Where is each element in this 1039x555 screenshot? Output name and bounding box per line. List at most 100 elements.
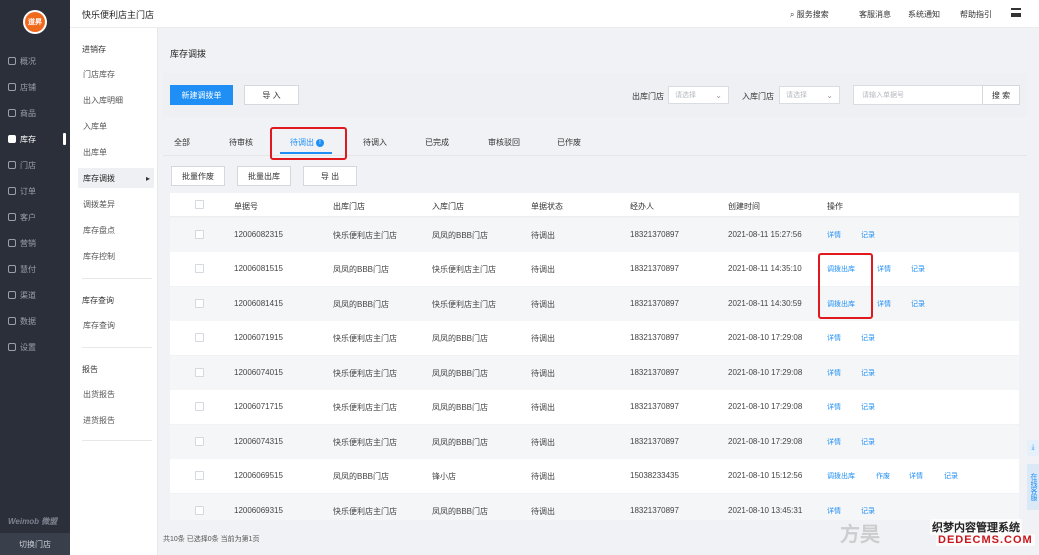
row-checkbox[interactable] bbox=[195, 471, 204, 480]
service-search-link[interactable]: ⌕ 服务搜索 bbox=[790, 9, 829, 20]
table-row: 12006074315 快乐便利店主门店 凤凤的BBB门店 待调出 183213… bbox=[170, 425, 1019, 459]
detail-link[interactable]: 详情 bbox=[909, 471, 923, 481]
void-link[interactable]: 作废 bbox=[876, 471, 890, 481]
record-link[interactable]: 记录 bbox=[944, 471, 958, 481]
online-service-button[interactable]: 在线客服 bbox=[1027, 464, 1039, 510]
detail-link[interactable]: 详情 bbox=[827, 230, 841, 240]
sub-item-stocktake[interactable]: 库存盘点 bbox=[78, 220, 154, 240]
logo-text: 道昇 bbox=[25, 12, 45, 32]
tab-all[interactable]: 全部 bbox=[174, 137, 190, 148]
rail-item-pay[interactable]: 慧付 bbox=[0, 260, 70, 278]
export-button[interactable]: 导 出 bbox=[303, 166, 357, 186]
rail-item-marketing[interactable]: 营销 bbox=[0, 234, 70, 252]
rail-item-customer[interactable]: 客户 bbox=[0, 208, 70, 226]
row-checkbox[interactable] bbox=[195, 506, 204, 515]
select-placeholder: 请选择 bbox=[786, 92, 807, 99]
detail-link[interactable]: 详情 bbox=[827, 368, 841, 378]
tab-pending-review[interactable]: 待审核 bbox=[229, 137, 253, 148]
menu-icon[interactable] bbox=[1011, 8, 1021, 17]
detail-link[interactable]: 详情 bbox=[827, 437, 841, 447]
doc-number-search-input[interactable]: 请输入单据号 bbox=[853, 85, 983, 105]
tab-voided[interactable]: 已作废 bbox=[557, 137, 581, 148]
out-store: 快乐便利店主门店 bbox=[333, 403, 397, 412]
system-notice-link[interactable]: 系统通知 bbox=[908, 9, 940, 20]
sub-item-stock-query[interactable]: 库存查询 bbox=[78, 315, 154, 335]
rail-label: 数据 bbox=[20, 316, 36, 326]
created-time: 2021-08-11 14:35:10 bbox=[728, 264, 802, 273]
out-store-select[interactable]: 请选择 ⌄ bbox=[668, 86, 729, 104]
record-link[interactable]: 记录 bbox=[861, 333, 875, 343]
record-link[interactable]: 记录 bbox=[861, 230, 875, 240]
out-store: 快乐便利店主门店 bbox=[333, 334, 397, 343]
table-row: 12006071715 快乐便利店主门店 凤凤的BBB门店 待调出 183213… bbox=[170, 390, 1019, 424]
sub-item-transfer[interactable]: 库存调拨 bbox=[78, 168, 154, 188]
in-store-select[interactable]: 请选择 ⌄ bbox=[779, 86, 840, 104]
rail-item-channel[interactable]: 渠道 bbox=[0, 286, 70, 304]
sub-item-purchase-report[interactable]: 进货报告 bbox=[78, 410, 154, 430]
tab-rejected[interactable]: 审核驳回 bbox=[488, 137, 520, 148]
in-store: 凤凤的BBB门店 bbox=[432, 334, 489, 343]
record-link[interactable]: 记录 bbox=[911, 264, 925, 274]
detail-link[interactable]: 详情 bbox=[877, 264, 891, 274]
record-link[interactable]: 记录 bbox=[911, 299, 925, 309]
link-label: 服务搜索 bbox=[796, 10, 829, 19]
row-checkbox[interactable] bbox=[195, 230, 204, 239]
detail-link[interactable]: 详情 bbox=[827, 333, 841, 343]
rail-label: 库存 bbox=[20, 134, 36, 144]
detail-link[interactable]: 详情 bbox=[827, 402, 841, 412]
detail-link[interactable]: 详情 bbox=[877, 299, 891, 309]
app-logo[interactable]: 道昇 bbox=[23, 10, 47, 34]
rail-item-order[interactable]: 订单 bbox=[0, 182, 70, 200]
new-transfer-button[interactable]: 新建调拨单 bbox=[170, 85, 233, 105]
record-link[interactable]: 记录 bbox=[861, 437, 875, 447]
select-all-checkbox[interactable] bbox=[195, 200, 204, 209]
doc-number: 12006081415 bbox=[234, 299, 283, 308]
highlight-box-tab bbox=[270, 127, 347, 160]
row-checkbox[interactable] bbox=[195, 264, 204, 273]
table-row: 12006071915 快乐便利店主门店 凤凤的BBB门店 待调出 183213… bbox=[170, 321, 1019, 355]
in-store: 快乐便利店主门店 bbox=[432, 300, 496, 309]
sub-item-transfer-diff[interactable]: 调拨差异 bbox=[78, 194, 154, 214]
row-checkbox[interactable] bbox=[195, 437, 204, 446]
transfer-out-link[interactable]: 调拨出库 bbox=[827, 471, 855, 481]
rail-item-inventory[interactable]: 库存 bbox=[0, 130, 70, 148]
help-guide-link[interactable]: 帮助指引 bbox=[960, 9, 992, 20]
search-button[interactable]: 搜 索 bbox=[982, 85, 1020, 105]
shop-icon bbox=[8, 161, 16, 169]
sub-item-outbound[interactable]: 出库单 bbox=[78, 142, 154, 162]
sub-item-store-stock[interactable]: 门店库存 bbox=[78, 64, 154, 84]
sub-item-stock-detail[interactable]: 出入库明细 bbox=[78, 90, 154, 110]
download-icon[interactable]: ⤓ bbox=[1027, 440, 1039, 456]
rail-item-settings[interactable]: 设置 bbox=[0, 338, 70, 356]
sub-item-inbound[interactable]: 入库单 bbox=[78, 116, 154, 136]
row-checkbox[interactable] bbox=[195, 402, 204, 411]
rail-item-store[interactable]: 店铺 bbox=[0, 78, 70, 96]
in-store: 凤凤的BBB门店 bbox=[432, 403, 489, 412]
import-button[interactable]: 导 入 bbox=[244, 85, 299, 105]
bulk-void-button[interactable]: 批量作废 bbox=[171, 166, 225, 186]
tab-pending-in[interactable]: 待调入 bbox=[363, 137, 387, 148]
bulk-out-button[interactable]: 批量出库 bbox=[237, 166, 291, 186]
rail-label: 店铺 bbox=[20, 82, 36, 92]
rail-item-data[interactable]: 数据 bbox=[0, 312, 70, 330]
tab-completed[interactable]: 已完成 bbox=[425, 137, 449, 148]
out-store: 凤凤的BBB门店 bbox=[333, 300, 390, 309]
in-store: 凤凤的BBB门店 bbox=[432, 507, 489, 516]
record-link[interactable]: 记录 bbox=[861, 368, 875, 378]
row-checkbox[interactable] bbox=[195, 368, 204, 377]
switch-store-button[interactable]: 切换门店 bbox=[0, 533, 70, 555]
customer-message-link[interactable]: 客服消息 bbox=[859, 9, 891, 20]
in-store: 锋小店 bbox=[432, 472, 456, 481]
sub-item-ship-report[interactable]: 出货报告 bbox=[78, 384, 154, 404]
in-store: 快乐便利店主门店 bbox=[432, 265, 496, 274]
customer-icon bbox=[8, 213, 16, 221]
rail-item-overview[interactable]: 概况 bbox=[0, 52, 70, 70]
record-link[interactable]: 记录 bbox=[861, 402, 875, 412]
sub-nav: 进销存 门店库存 出入库明细 入库单 出库单 库存调拨 调拨差异 库存盘点 库存… bbox=[70, 0, 158, 555]
row-checkbox[interactable] bbox=[195, 333, 204, 342]
rail-item-shop[interactable]: 门店 bbox=[0, 156, 70, 174]
rail-label: 门店 bbox=[20, 160, 36, 170]
row-checkbox[interactable] bbox=[195, 299, 204, 308]
sub-item-stock-control[interactable]: 库存控制 bbox=[78, 246, 154, 266]
rail-item-goods[interactable]: 商品 bbox=[0, 104, 70, 122]
